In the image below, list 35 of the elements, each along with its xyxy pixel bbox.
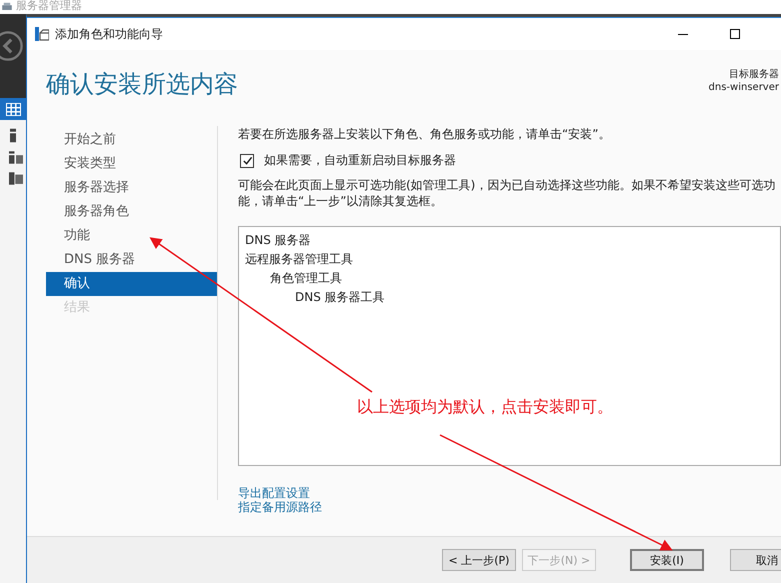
list-item: 角色管理工具 [269,270,343,287]
page-heading: 确认安装所选内容 [46,69,238,100]
wizard-step[interactable]: 服务器选择 [46,176,217,200]
wizard-button[interactable]: 取消 [730,549,781,571]
wizard-step[interactable]: 服务器角色 [46,200,217,224]
servers-icon[interactable] [9,151,23,164]
back-icon[interactable] [0,30,24,62]
link[interactable]: 导出配置设置 [238,486,310,500]
target-server-label: 目标服务器 [729,68,779,81]
annotation-text: 以上选项均为默认，点击安装即可。 [357,397,613,418]
wizard-step[interactable]: 开始之前 [46,128,217,152]
wizard-button[interactable]: < 上一步(P) [442,549,516,571]
wizard-step[interactable]: DNS 服务器 [46,248,217,272]
target-server-name: dns-winserver [708,81,779,94]
wizard-icon [35,27,49,41]
wizard-step[interactable]: 安装类型 [46,152,217,176]
maximize-icon[interactable] [729,28,741,40]
dashboard-tile[interactable] [0,98,26,120]
wizard-step[interactable]: 确认 [46,272,217,296]
checkbox[interactable] [240,154,254,168]
server-icon [2,2,12,10]
server-icon[interactable] [10,128,16,143]
list-item: DNS 服务器工具 [294,289,386,306]
wizard-button[interactable]: 安装(I) [630,549,704,571]
link[interactable]: 指定备用源路径 [238,500,322,514]
list-item: DNS 服务器 [245,232,312,249]
checkbox-label: 如果需要，自动重新启动目标服务器 [264,152,456,169]
note-text: 可能会在此页面上显示可选功能(如管理工具)，因为已自动选择这些功能。如果不希望安装这些可选功能，请单击“上一步”以清除其复选框。 [238,177,776,209]
folder-icon[interactable] [9,172,23,185]
intro-text: 若要在所选服务器上安装以下角色、角色服务或功能，请单击“安装”。 [238,126,612,142]
wizard-step[interactable]: 功能 [46,224,217,248]
grid-icon [6,102,20,116]
window-title: 服务器管理器 [16,0,82,12]
window-title: 添加角色和功能向导 [55,26,163,42]
list-item: 远程服务器管理工具 [245,251,354,268]
